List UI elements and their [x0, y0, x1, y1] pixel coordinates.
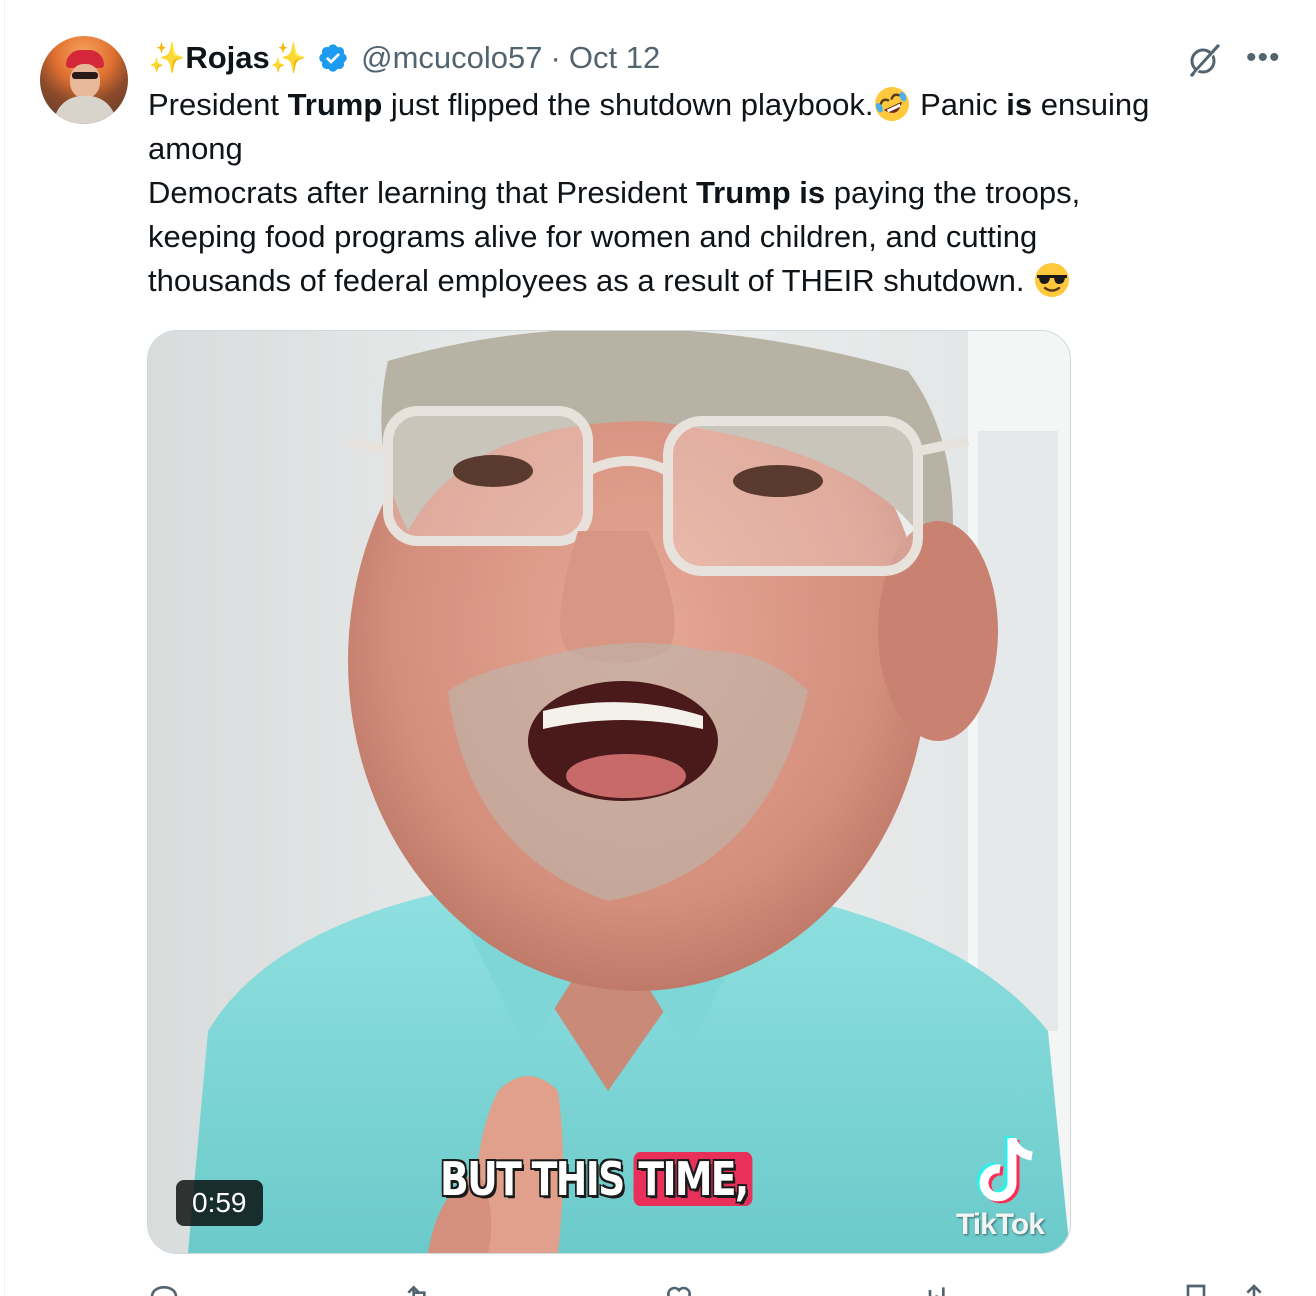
- video-caption: BUT THIS TIME,: [440, 1150, 753, 1208]
- reply-button[interactable]: [148, 1282, 180, 1296]
- author-handle[interactable]: @mcucolo57: [361, 40, 542, 76]
- caption-highlight: TIME,: [633, 1152, 753, 1206]
- bookmark-icon: [1186, 1284, 1206, 1296]
- caption-text: BUT THIS: [440, 1152, 625, 1206]
- avatar[interactable]: [40, 36, 128, 124]
- avatar-sunglasses: [72, 72, 98, 79]
- bookmark-button[interactable]: [1180, 1282, 1212, 1296]
- sunglasses-emoji-icon: [1035, 263, 1070, 297]
- tweet-date[interactable]: Oct 12: [569, 40, 660, 76]
- bold-text: Trump is: [695, 175, 826, 210]
- views-icon: [928, 1287, 945, 1296]
- tweet-line: thousands of federal employees as a resu…: [148, 259, 1278, 303]
- avatar-body: [54, 96, 116, 124]
- tweet-text: President Trump just flipped the shutdow…: [148, 83, 1278, 303]
- tweet-actions: [148, 1282, 1288, 1296]
- bold-text: is: [1006, 87, 1033, 122]
- more-options-icon[interactable]: •••: [1246, 40, 1286, 76]
- bold-text: Trump: [287, 87, 383, 122]
- retweet-icon: [407, 1285, 426, 1296]
- tweet-line: among: [148, 131, 243, 166]
- laughing-emoji-icon: [875, 87, 910, 121]
- column-divider: [4, 0, 5, 1296]
- share-button[interactable]: [1238, 1282, 1270, 1296]
- video-frame: [148, 331, 1070, 1253]
- separator-dot: ·: [550, 40, 561, 75]
- avatar-face: [70, 64, 100, 98]
- tiktok-watermark: TikTok: [950, 1134, 1066, 1246]
- like-icon: [666, 1286, 692, 1296]
- grok-icon[interactable]: [1186, 42, 1222, 78]
- author-name[interactable]: Rojas: [185, 40, 269, 76]
- retweet-button[interactable]: [403, 1282, 435, 1296]
- sparkle-icon: ✨: [148, 41, 186, 75]
- video-player[interactable]: [147, 330, 1071, 1254]
- verified-badge-icon[interactable]: [317, 42, 349, 74]
- tweet-line: Democrats after learning that President …: [148, 175, 1081, 210]
- tweet-line: keeping food programs alive for women an…: [148, 219, 1038, 254]
- video-duration: 0:59: [176, 1180, 263, 1226]
- share-icon: [1246, 1284, 1262, 1296]
- tiktok-logo-icon: [976, 1136, 1033, 1204]
- tiktok-label: TikTok: [956, 1208, 1045, 1241]
- tweet-line: President Trump just flipped the shutdow…: [148, 83, 1278, 127]
- views-button[interactable]: [918, 1282, 950, 1296]
- sparkle-icon: ✨: [269, 41, 308, 75]
- tweet-page: ✨ Rojas ✨ @mcucolo57 · Oct 12 ••• Presid…: [0, 0, 1316, 1296]
- tweet-header: ✨ Rojas ✨ @mcucolo57 · Oct 12: [148, 36, 660, 80]
- reply-icon: [150, 1285, 178, 1296]
- like-button[interactable]: [663, 1282, 695, 1296]
